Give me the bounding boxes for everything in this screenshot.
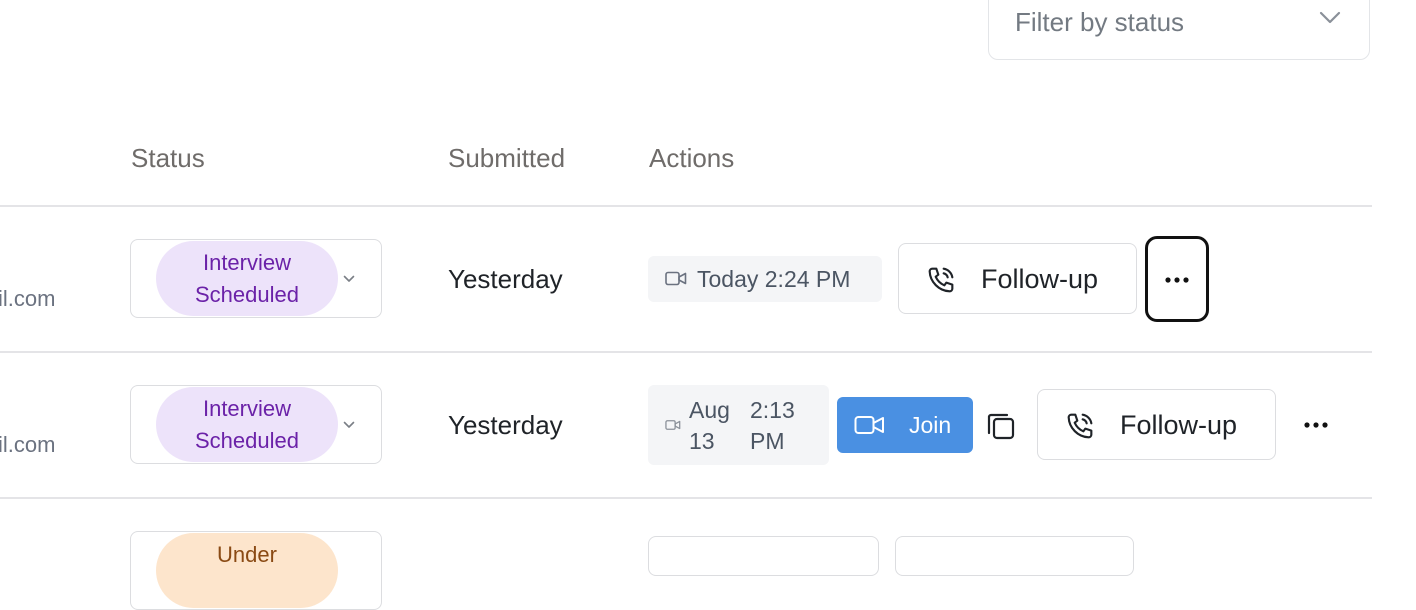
submitted-date: Yesterday [448,410,563,440]
follow-up-label: Follow-up [1120,410,1238,440]
row-divider [0,351,1372,353]
chevron-down-icon [343,275,355,282]
copy-icon[interactable] [985,410,1017,442]
applicant-email: il.com [0,432,56,457]
status-select[interactable]: Under [130,531,382,610]
chevron-down-icon [1319,11,1341,24]
phone-icon [928,267,954,293]
row-divider [0,497,1372,499]
join-label: Join [909,412,952,438]
status-filter-select[interactable]: Filter by status [988,0,1370,60]
status-badge: Interview Scheduled [156,241,338,316]
status-badge: Under [156,533,338,608]
more-actions-button[interactable] [1145,236,1209,322]
phone-icon [1067,413,1093,439]
more-dots-icon[interactable] [1303,422,1329,428]
chevron-down-icon [343,421,355,428]
meeting-time: Today 2:24 PM [697,266,851,292]
submitted-date: Yesterday [448,264,563,294]
column-header-submitted[interactable]: Submitted [448,143,565,174]
meeting-action-button[interactable] [648,536,879,576]
meeting-time-chip: Aug 13 2:13 PM [648,385,829,465]
more-dots-icon [1165,277,1189,283]
meeting-time-chip: Today 2:24 PM [648,256,882,302]
status-filter-placeholder: Filter by status [1015,7,1185,37]
status-select[interactable]: Interview Scheduled [130,385,382,464]
meeting-time: 2:13 PM [750,397,795,454]
join-meeting-button[interactable]: Join [837,397,973,453]
meeting-date: Aug 13 [689,397,730,454]
video-icon [854,416,884,434]
follow-up-button[interactable]: Follow-up [1037,389,1276,460]
follow-up-label: Follow-up [981,264,1099,294]
video-icon [665,420,681,430]
header-divider [0,205,1372,207]
column-header-status[interactable]: Status [131,143,205,174]
column-header-actions: Actions [649,143,735,173]
status-select[interactable]: Interview Scheduled [130,239,382,318]
status-badge: Interview Scheduled [156,387,338,462]
follow-up-button[interactable]: Follow-up [898,243,1137,314]
follow-up-button[interactable] [895,536,1134,576]
video-icon [665,271,687,286]
applicant-email: il.com [0,286,56,311]
